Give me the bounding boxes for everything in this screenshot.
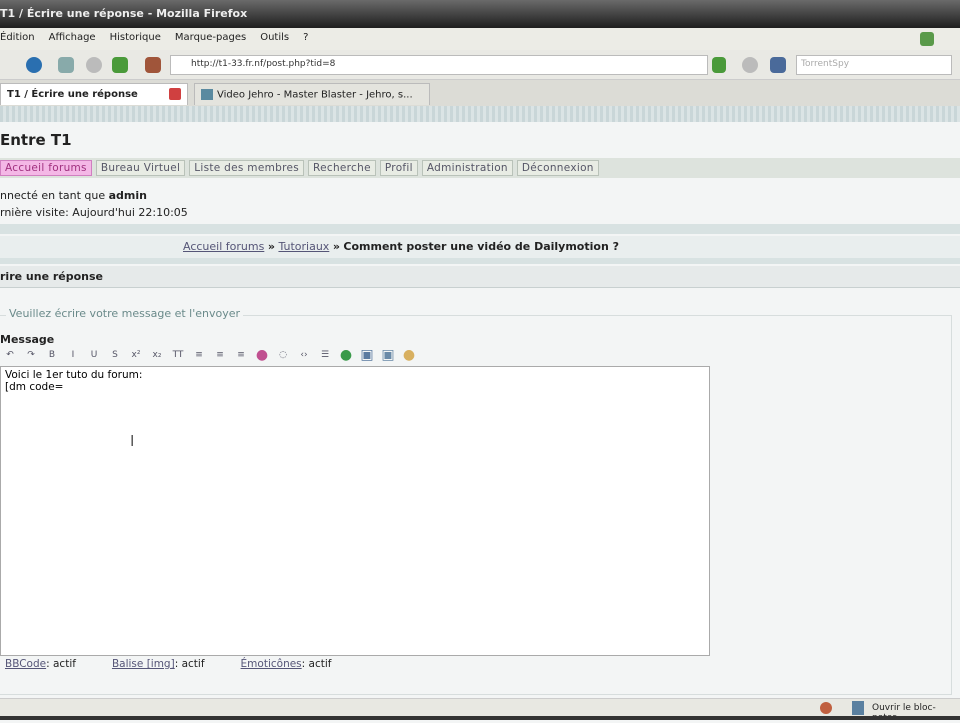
menu-history[interactable]: Historique [110,32,161,50]
search-engine-icon[interactable] [770,57,786,73]
message-textarea[interactable]: Voici le 1er tuto du forum: [dm code= [0,366,710,656]
divider [0,224,960,234]
download-icon[interactable] [112,57,128,73]
tab-active[interactable]: T1 / Écrire une réponse [0,83,188,105]
header-stripe [0,106,960,122]
page-icon [201,89,213,100]
notepad-icon[interactable] [852,701,864,715]
status-bar: Ouvrir le bloc-notes [0,698,960,723]
breadcrumb-sep: » [267,240,275,253]
tab-bar: T1 / Écrire une réponse Video Jehro - Ma… [0,80,960,106]
nav-desktop[interactable]: Bureau Virtuel [95,160,186,176]
gear-icon[interactable] [742,57,758,73]
search-input[interactable]: TorrentSpy [796,55,952,75]
window-titlebar: T1 / Écrire une réponse - Mozilla Firefo… [0,0,960,28]
breadcrumb-topic: Comment poster une vidéo de Dailymotion … [343,240,619,253]
menu-bookmarks[interactable]: Marque-pages [175,32,246,50]
nav-search[interactable]: Recherche [308,160,376,176]
option-bbcode: BBCode: actif [5,658,76,670]
image-icon[interactable]: ▣ [359,347,375,363]
option-value: actif [181,658,205,670]
tab-video[interactable]: Video Jehro - Master Blaster - Jehro, s.… [194,83,430,105]
nav-admin[interactable]: Administration [421,160,513,176]
color-icon[interactable]: ● [254,347,270,363]
fieldset-legend: Veuillez écrire votre message et l'envoy… [6,307,244,320]
nav-home[interactable]: Accueil forums [0,160,92,176]
forward-icon[interactable] [26,57,42,73]
reload-icon[interactable] [58,57,74,73]
editor-toolbar: ↶ ↷ B I U Sx² x₂ TT ≡ ≡ ≡ ● ◌ ‹› ☰ ● ▣ ▣ ● [2,347,417,363]
italic-icon[interactable]: I [65,348,81,362]
status-text[interactable]: Ouvrir le bloc-notes [872,703,960,723]
breadcrumb-home[interactable]: Accueil forums [183,240,264,253]
superscript-icon[interactable]: x² [128,348,144,362]
menu-edit[interactable]: Édition [0,32,35,50]
tab-label: T1 / Écrire une réponse [7,89,138,100]
divider [0,258,960,264]
menu-bar: Édition Affichage Historique Marque-page… [0,28,960,50]
align-center-icon[interactable]: ≡ [212,348,228,362]
connected-as: nnecté en tant que admin [0,189,147,202]
stop-icon[interactable] [86,57,102,73]
smilies-link[interactable]: Émoticônes [241,658,302,670]
nav-members[interactable]: Liste des membres [189,160,304,176]
connected-label: nnecté en tant que [0,189,109,202]
option-value: actif [53,658,76,670]
breadcrumb-section[interactable]: Tutoriaux [278,240,329,253]
smiley-icon[interactable]: ● [401,347,417,363]
close-icon[interactable] [169,88,181,100]
menu-help[interactable]: ? [303,32,308,50]
quote-icon[interactable]: ◌ [275,348,291,362]
underline-icon[interactable]: U [86,348,102,362]
options: BBCode: actif Balise [img]: actif Émotic… [5,658,332,670]
username: admin [108,189,147,202]
list-icon[interactable]: ☰ [317,348,333,362]
link-icon[interactable]: ● [338,347,354,363]
option-value: actif [308,658,332,670]
subscript-icon[interactable]: x₂ [149,348,165,362]
window-title: T1 / Écrire une réponse - Mozilla Firefo… [0,7,248,20]
last-visit: rnière visite: Aujourd'hui 22:10:05 [0,206,188,219]
menu-tools[interactable]: Outils [260,32,289,50]
text-cursor-icon: I [130,432,135,450]
option-smilies: Émoticônes: actif [240,658,332,670]
undo-icon[interactable]: ↶ [2,348,18,362]
email-icon[interactable]: ▣ [380,347,396,363]
align-right-icon[interactable]: ≡ [233,348,249,362]
img-link[interactable]: Balise [img] [112,658,175,670]
redo-icon[interactable]: ↷ [23,348,39,362]
forum-title: Entre T1 [0,131,72,149]
bbcode-link[interactable]: BBCode [5,658,46,670]
home-icon[interactable] [145,57,161,73]
taskbar-edge [0,716,960,720]
addon-icon[interactable] [920,32,934,46]
code-icon[interactable]: ‹› [296,348,312,362]
breadcrumb-sep: » [332,240,340,253]
nav-logout[interactable]: Déconnexion [516,160,599,176]
url-input[interactable]: http://t1-33.fr.nf/post.php?tid=8 [170,55,708,75]
tab-label: Video Jehro - Master Blaster - Jehro, s.… [217,89,413,101]
go-icon[interactable] [712,57,726,73]
bold-icon[interactable]: B [44,348,60,362]
menu-view[interactable]: Affichage [49,32,96,50]
option-img: Balise [img]: actif [111,658,205,670]
teletype-icon[interactable]: TT [170,348,186,362]
nav-profile[interactable]: Profil [379,160,418,176]
align-left-icon[interactable]: ≡ [191,348,207,362]
addon-status-icon[interactable] [820,702,832,714]
breadcrumb: Accueil forums » Tutoriaux » Comment pos… [0,236,960,258]
forum-nav: Accueil forums Bureau Virtuel Liste des … [0,158,960,178]
message-label: Message [0,333,55,346]
strike-icon[interactable]: S [107,348,123,362]
reply-header: rire une réponse [0,266,960,288]
